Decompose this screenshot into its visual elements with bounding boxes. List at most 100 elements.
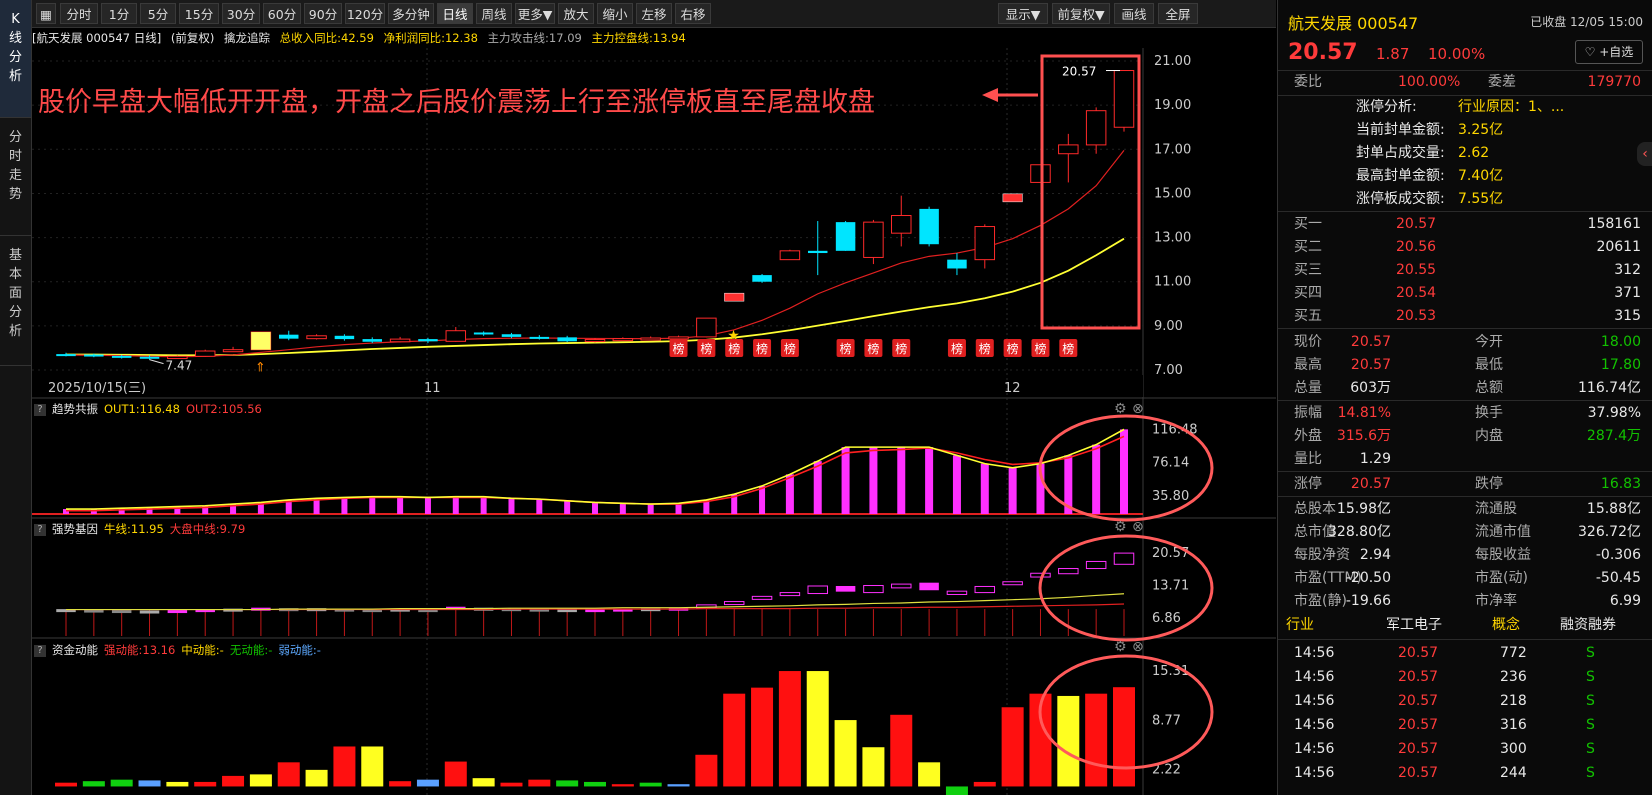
gene-candle — [946, 590, 968, 595]
toolbar-button-0[interactable]: 分时 — [60, 3, 98, 24]
candle-body — [1002, 193, 1023, 203]
tab-fundamentals[interactable]: 基本面分析 — [0, 236, 31, 366]
rank-badge-label: 榜 — [979, 341, 991, 356]
wc-label: 委差 — [1488, 74, 1516, 90]
gene-candle — [1113, 552, 1135, 565]
toolbar-button-9[interactable]: 日线 — [437, 3, 473, 24]
limit-up-row: 涨停板成交额: 7.55亿 — [1278, 188, 1652, 211]
gene-candle — [167, 610, 188, 614]
tag-3[interactable]: 融资融券 — [1560, 614, 1616, 637]
momentum-bar — [82, 781, 105, 787]
tick-volume: 236 — [1500, 669, 1527, 685]
toolbar-button-8[interactable]: 多分钟 — [388, 3, 434, 24]
stat-key: 外盘 — [1294, 428, 1322, 444]
trend-resonance-panel: 116.4876.1435.80 — [32, 422, 1198, 515]
stat-value: 20.57 — [1350, 476, 1391, 492]
annotation-arrowhead — [982, 88, 998, 102]
rank-badge-label: 榜 — [673, 341, 685, 356]
stat-row: 量比 1.29 — [1278, 448, 1652, 471]
toolbar-button-7[interactable]: 120分 — [345, 3, 385, 24]
stat-row: 外盘 315.6万 内盘 287.4万 — [1278, 425, 1652, 448]
toolbar-right-button-3[interactable]: 全屏 — [1158, 3, 1198, 24]
tick-price: 20.57 — [1398, 669, 1439, 685]
gene-candle — [139, 610, 160, 614]
tick-price: 20.57 — [1398, 717, 1439, 733]
stat-key: 内盘 — [1475, 428, 1503, 444]
gene-candle — [1085, 560, 1107, 570]
toolbar-right-button-0[interactable]: 显示▼ — [998, 3, 1048, 24]
momentum-bar — [611, 784, 634, 787]
toolbar-button-3[interactable]: 15分 — [179, 3, 219, 24]
grid-icon[interactable]: ▦ — [36, 3, 56, 24]
tag-1[interactable]: 军工电子 — [1386, 614, 1442, 637]
strong-gene-panel: 20.5713.716.86 — [56, 546, 1189, 636]
close-icon: ⊗ — [1132, 401, 1144, 417]
toolbar-right-button-2[interactable]: 画线 — [1114, 3, 1154, 24]
resonance-bar — [841, 447, 850, 514]
help-icon[interactable]: ? — [34, 523, 46, 536]
gene-candle — [1058, 568, 1079, 575]
toolbar-button-4[interactable]: 30分 — [222, 3, 260, 24]
stat-value: 315.6万 — [1336, 428, 1391, 444]
profit-yoy: 净利润同比:12.38 — [383, 31, 478, 45]
out2-label: OUT2:105.56 — [185, 402, 262, 416]
market-status: 已收盘 12/05 15:00 — [1530, 15, 1643, 29]
y-tick-label: 19.00 — [1154, 98, 1191, 113]
add-watchlist-button[interactable]: ♡ +自选 — [1575, 40, 1643, 64]
stat-key: 总股本 — [1294, 501, 1336, 517]
toolbar-button-15[interactable]: 右移 — [675, 3, 711, 24]
candle-body — [584, 339, 606, 343]
stat-value: -19.66 — [1345, 593, 1391, 609]
main-attack-line: 主力攻击线:17.09 — [487, 31, 582, 45]
momentum-bar — [778, 671, 801, 787]
y-tick-label: 13.00 — [1154, 231, 1191, 246]
candle-body — [362, 339, 383, 342]
toolbar-right-button-1[interactable]: 前复权▼ — [1052, 3, 1110, 24]
stat-value: 603万 — [1350, 380, 1391, 396]
rank-badge-label: 榜 — [784, 341, 796, 356]
trend-resonance-title: 趋势共振 — [52, 402, 98, 416]
highlight-candle — [251, 332, 271, 350]
low-label-arrow — [149, 359, 164, 365]
stat-key: 跌停 — [1475, 476, 1503, 492]
chart-area[interactable]: 21.00 19.00 17.00 15.00 13.00 11.00 9.00 7.00 7.… — [32, 48, 1276, 795]
toolbar-button-6[interactable]: 90分 — [304, 3, 342, 24]
gene-candle — [835, 585, 856, 592]
trade-tick-row: 14:56 20.57 772 S — [1278, 642, 1652, 665]
bid-price: 20.57 — [1396, 216, 1437, 232]
toolbar-button-11[interactable]: 更多▼ — [515, 3, 555, 24]
tab-kline[interactable]: K线分析 — [0, 0, 31, 118]
indicator-name: 擒龙追踪 — [223, 31, 270, 45]
annotation-text: 股价早盘大幅低开开盘，开盘之后股价震荡上行至涨停板直至尾盘收盘 — [38, 87, 875, 118]
gene-candle — [863, 585, 884, 594]
candle-body — [278, 334, 299, 339]
limit-up-value: 3.25亿 — [1458, 122, 1504, 138]
stock-name: 航天发展 — [1288, 14, 1353, 33]
trend-resonance-header: ? 趋势共振 OUT1:116.48 OUT2:105.56 — [34, 400, 268, 418]
tick-volume: 316 — [1500, 717, 1527, 733]
stat-value: 328.80亿 — [1328, 524, 1391, 540]
toolbar-button-14[interactable]: 左移 — [636, 3, 672, 24]
collapse-arrow-icon[interactable]: ‹ — [1637, 142, 1652, 166]
tick-volume: 244 — [1500, 765, 1527, 781]
limit-up-key: 最高封单金额: — [1356, 168, 1445, 184]
tick-side: S — [1586, 741, 1595, 757]
toolbar-button-10[interactable]: 周线 — [476, 3, 512, 24]
toolbar-button-5[interactable]: 60分 — [263, 3, 301, 24]
tab-timeshare[interactable]: 分时走势 — [0, 118, 31, 236]
candle-body — [1085, 110, 1107, 146]
left-nav: K线分析 分时走势 基本面分析 — [0, 0, 32, 795]
help-icon[interactable]: ? — [34, 644, 46, 657]
toolbar-button-2[interactable]: 5分 — [140, 3, 176, 24]
candle-body — [139, 356, 160, 359]
toolbar-button-12[interactable]: 放大 — [558, 3, 594, 24]
y-tick-label: 21.00 — [1154, 54, 1191, 69]
toolbar-button-1[interactable]: 1分 — [101, 3, 137, 24]
stat-key: 涨停 — [1294, 476, 1322, 492]
bid-price: 20.54 — [1396, 285, 1437, 301]
help-icon[interactable]: ? — [34, 403, 46, 416]
bid-row: 买五 20.53 315 — [1278, 305, 1652, 328]
toolbar-button-13[interactable]: 缩小 — [597, 3, 633, 24]
stat-key: 振幅 — [1294, 405, 1322, 421]
candle-body — [222, 349, 244, 353]
